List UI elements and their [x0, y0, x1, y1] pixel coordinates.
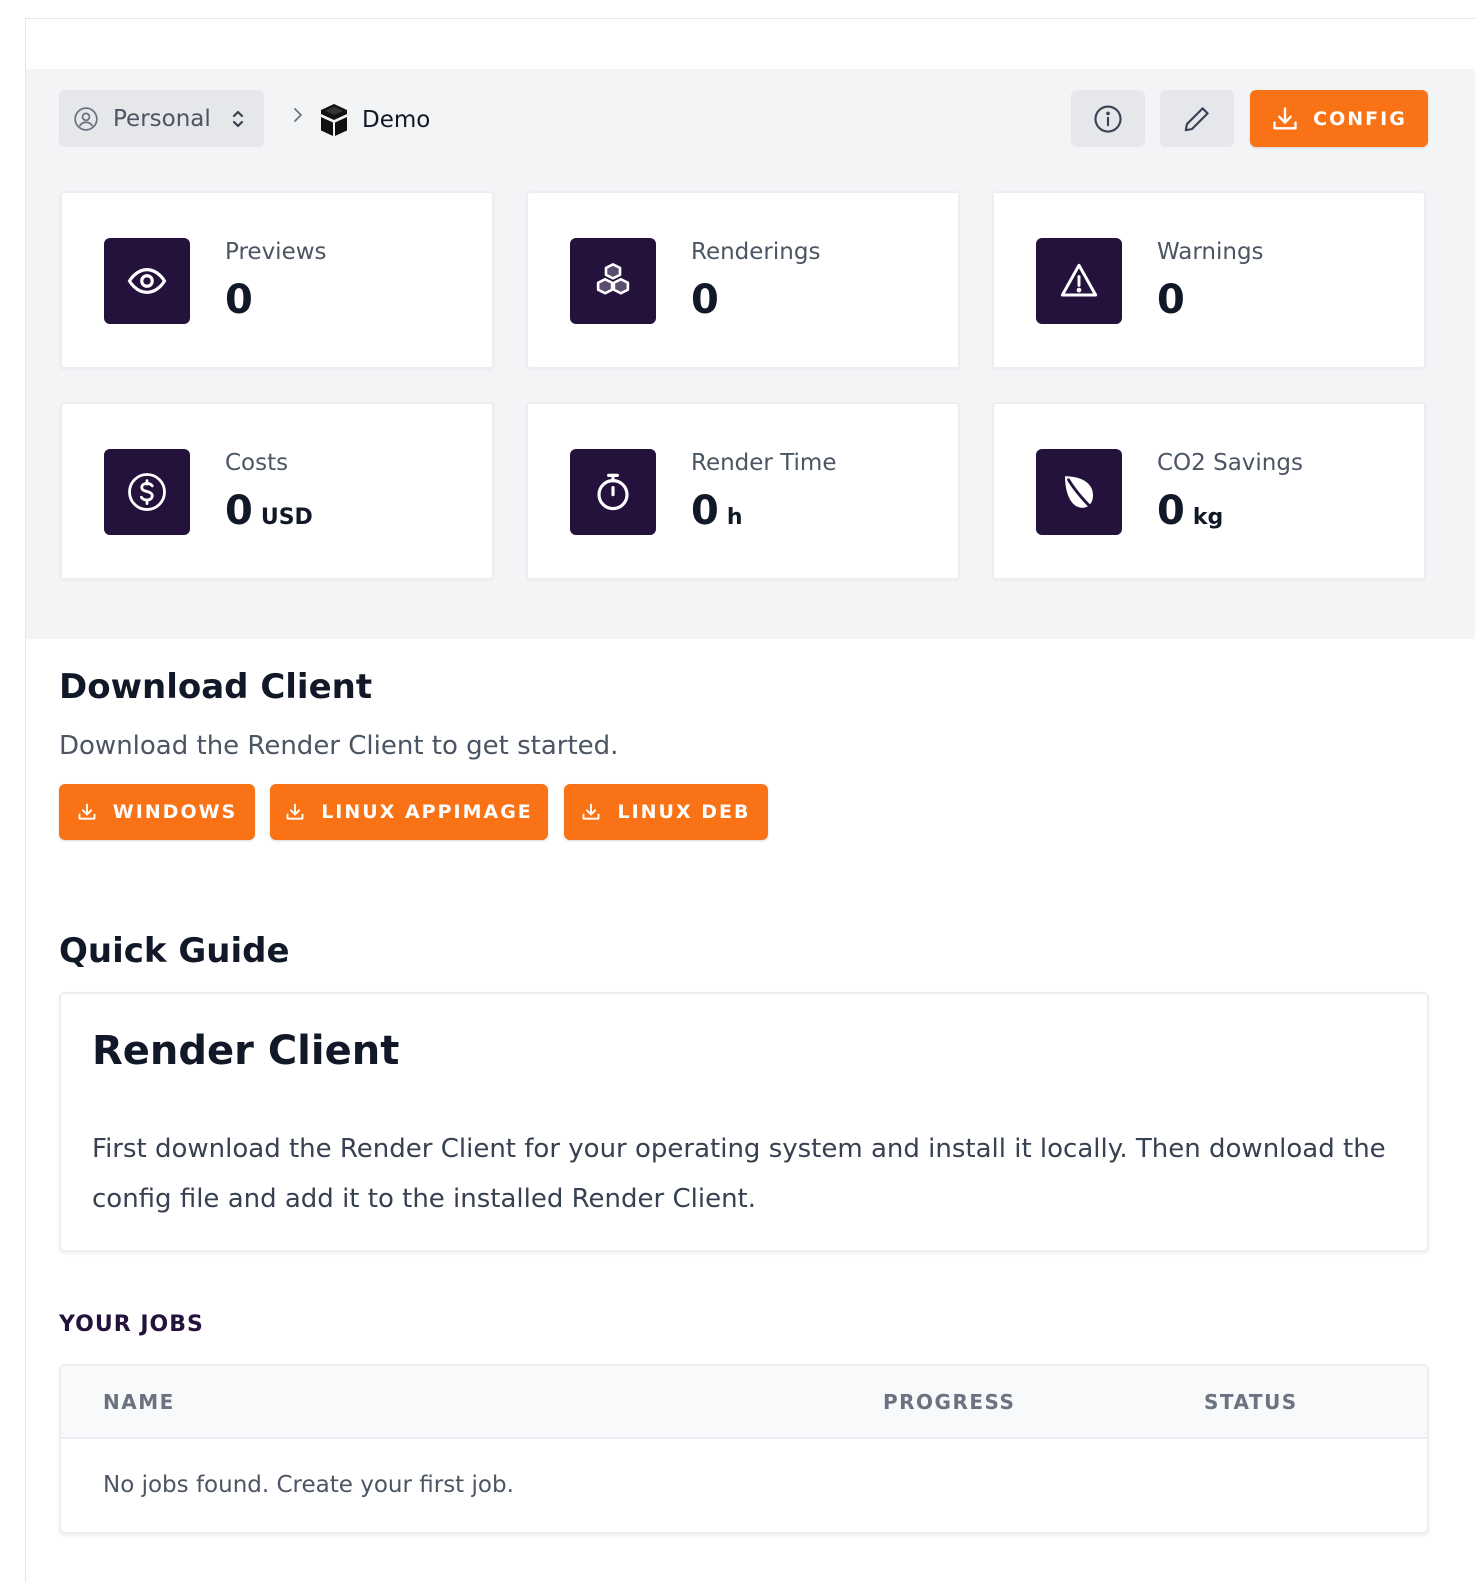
stat-icon-tile	[104, 449, 190, 535]
chevron-up-down-icon	[232, 110, 244, 127]
project-name: Demo	[362, 107, 431, 133]
team-selector[interactable]: Personal	[59, 90, 264, 147]
cubes-icon	[596, 263, 630, 295]
warning-triangle-icon	[1060, 263, 1098, 297]
stat-number: 0	[691, 488, 719, 534]
stat-icon-tile	[570, 449, 656, 535]
stat-card-renderings: Renderings 0	[526, 191, 960, 369]
breadcrumb-project[interactable]: Demo	[318, 102, 430, 138]
download-icon	[286, 803, 304, 820]
stat-icon-tile	[570, 238, 656, 324]
project-header: Personal Demo CONFIG Previews 0 Renderin…	[26, 69, 1475, 639]
cube-stack-icon	[321, 104, 347, 136]
stat-unit: h	[726, 505, 743, 530]
quick-guide-heading: Quick Guide	[59, 931, 290, 971]
pencil-icon	[1184, 106, 1209, 131]
leaf-icon	[1065, 476, 1093, 510]
guide-card-title: Render Client	[92, 1028, 400, 1074]
stat-card-warnings: Warnings 0	[992, 191, 1426, 369]
jobs-table-header: NAME PROGRESS STATUS	[61, 1366, 1427, 1439]
eye-icon	[127, 268, 167, 294]
download-client-description: Download the Render Client to get starte…	[59, 731, 619, 761]
stat-unit: USD	[260, 505, 313, 530]
jobs-table: NAME PROGRESS STATUS No jobs found. Crea…	[59, 1364, 1429, 1534]
chevron-right-icon	[294, 108, 302, 122]
stat-unit: kg	[1192, 505, 1224, 530]
stat-label: Warnings	[1157, 239, 1264, 265]
column-header-progress[interactable]: PROGRESS	[883, 1390, 1015, 1414]
top-strip	[26, 19, 1475, 69]
your-jobs-heading: YOUR JOBS	[59, 1312, 204, 1337]
download-linux-deb-label: LINUX DEB	[617, 801, 751, 823]
stat-label: CO2 Savings	[1157, 450, 1303, 476]
download-client-heading: Download Client	[59, 667, 373, 707]
info-button[interactable]	[1071, 90, 1145, 147]
stat-card-previews: Previews 0	[60, 191, 494, 369]
download-icon	[583, 803, 600, 820]
download-linux-deb-button[interactable]: LINUX DEB	[564, 784, 768, 840]
stat-icon-tile	[1036, 238, 1122, 324]
stat-number: 0	[691, 277, 719, 323]
stat-value: 0	[691, 275, 727, 332]
stat-icon-tile	[1036, 449, 1122, 535]
stat-value: 0 USD	[225, 486, 313, 543]
download-windows-label: WINDOWS	[112, 801, 238, 823]
edit-button[interactable]	[1160, 90, 1234, 147]
team-selector-label: Personal	[113, 105, 211, 132]
stat-number: 0	[1157, 488, 1185, 534]
download-windows-button[interactable]: WINDOWS	[59, 784, 255, 840]
info-icon	[1094, 104, 1122, 133]
config-button-label: CONFIG	[1313, 107, 1407, 130]
quick-guide-card: Render Client First download the Render …	[59, 992, 1429, 1252]
stat-value: 0 kg	[1157, 486, 1223, 543]
download-linux-appimage-label: LINUX APPIMAGE	[321, 801, 533, 823]
stat-value: 0	[225, 275, 261, 332]
app-frame: Personal Demo CONFIG Previews 0 Renderin…	[25, 18, 1475, 1582]
stopwatch-icon	[597, 473, 629, 511]
download-icon	[1273, 106, 1297, 129]
column-header-status[interactable]: STATUS	[1204, 1390, 1298, 1414]
stat-card-render-time: Render Time 0h	[526, 402, 960, 580]
stat-icon-tile	[104, 238, 190, 324]
stat-number: 0	[225, 488, 253, 534]
stat-label: Previews	[225, 239, 327, 265]
user-circle-icon	[74, 106, 98, 131]
download-linux-appimage-button[interactable]: LINUX APPIMAGE	[270, 784, 548, 840]
dollar-circle-icon	[128, 473, 166, 511]
stat-label: Render Time	[691, 450, 837, 476]
jobs-empty-message: No jobs found. Create your first job.	[103, 1472, 514, 1498]
column-header-name[interactable]: NAME	[103, 1390, 175, 1414]
stat-number: 0	[225, 277, 253, 323]
stat-number: 0	[1157, 277, 1185, 323]
stat-value: 0h	[691, 486, 743, 543]
guide-card-text: First download the Render Client for you…	[92, 1134, 1386, 1214]
stat-label: Costs	[225, 450, 289, 476]
download-config-button[interactable]: CONFIG	[1250, 90, 1428, 147]
download-icon	[78, 803, 96, 820]
stat-card-co2-savings: CO2 Savings 0 kg	[992, 402, 1426, 580]
stat-label: Renderings	[691, 239, 821, 265]
stat-value: 0	[1157, 275, 1193, 332]
stat-card-costs: Costs 0 USD	[60, 402, 494, 580]
